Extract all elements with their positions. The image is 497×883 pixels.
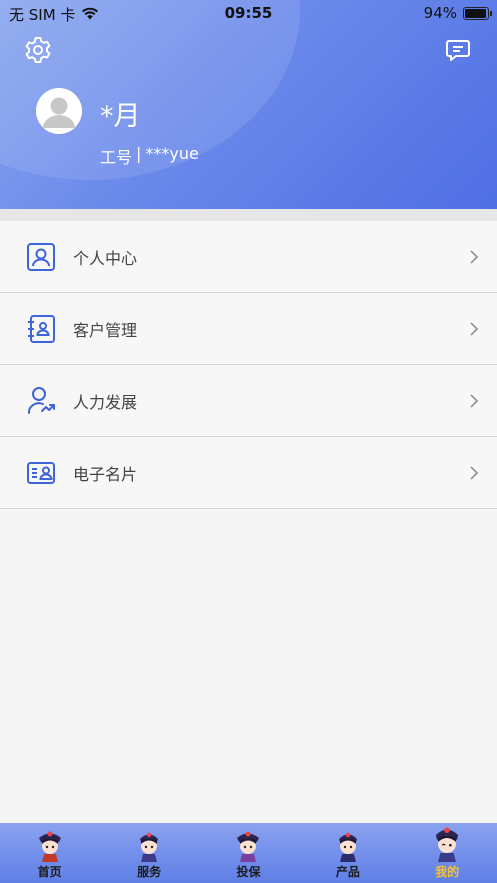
- employee-id-separator: |: [136, 144, 142, 163]
- profile-header: 无 SIM 卡 09:55 94% *月 工号 | ***yue: [0, 0, 497, 209]
- status-right: 94%: [423, 4, 492, 22]
- menu-item-personal-center[interactable]: 个人中心: [0, 221, 497, 293]
- employee-id-label: 工号: [100, 148, 133, 167]
- avatar[interactable]: [36, 88, 82, 134]
- tab-home[interactable]: 首页: [0, 823, 99, 883]
- menu-item-label: 个人中心: [73, 248, 138, 268]
- status-time: 09:55: [224, 4, 273, 22]
- tab-label: 服务: [137, 865, 162, 879]
- menu-item-customer-management[interactable]: 客户管理: [0, 293, 497, 365]
- employee-id: 工号 | ***yue: [100, 144, 199, 168]
- tab-label: 我的: [435, 865, 460, 879]
- battery-icon: [463, 6, 492, 20]
- chevron-right-icon: [470, 249, 479, 264]
- mascot-icon: [140, 832, 159, 862]
- chevron-right-icon: [470, 321, 479, 336]
- mascot-icon: [237, 831, 260, 862]
- menu-list: 个人中心 客户管理 人力发展 电子名片: [0, 221, 497, 509]
- menu-item-hr-development[interactable]: 人力发展: [0, 365, 497, 437]
- person-card-icon: [25, 241, 57, 273]
- status-bar: 无 SIM 卡 09:55 94%: [0, 0, 497, 26]
- tab-label: 首页: [37, 865, 62, 879]
- chevron-right-icon: [470, 393, 479, 408]
- contact-book-icon: [25, 313, 57, 345]
- mascot-icon: [436, 827, 459, 862]
- business-card-icon: [25, 457, 57, 489]
- battery-percent: 94%: [423, 4, 457, 22]
- tab-mine[interactable]: 我的: [398, 823, 497, 883]
- bottom-tab-bar: 首页 服务 投保 产品 我的: [0, 823, 497, 883]
- menu-item-label: 电子名片: [73, 464, 138, 484]
- menu-item-label: 人力发展: [73, 392, 138, 412]
- mascot-icon: [38, 831, 61, 862]
- gear-icon[interactable]: [22, 34, 54, 66]
- tab-products[interactable]: 产品: [298, 823, 397, 883]
- mascot-icon: [338, 832, 357, 862]
- tab-label: 投保: [236, 865, 261, 879]
- chevron-right-icon: [470, 465, 479, 480]
- user-name: *月: [100, 101, 141, 132]
- tab-service[interactable]: 服务: [100, 823, 199, 883]
- employee-id-value: ***yue: [145, 144, 199, 163]
- person-growth-icon: [25, 385, 57, 417]
- message-icon[interactable]: [443, 35, 473, 65]
- tab-label: 产品: [335, 865, 360, 879]
- menu-item-business-card[interactable]: 电子名片: [0, 437, 497, 509]
- section-divider: [0, 209, 497, 221]
- menu-item-label: 客户管理: [73, 320, 138, 340]
- battery-level: [465, 8, 486, 18]
- tab-insure[interactable]: 投保: [199, 823, 298, 883]
